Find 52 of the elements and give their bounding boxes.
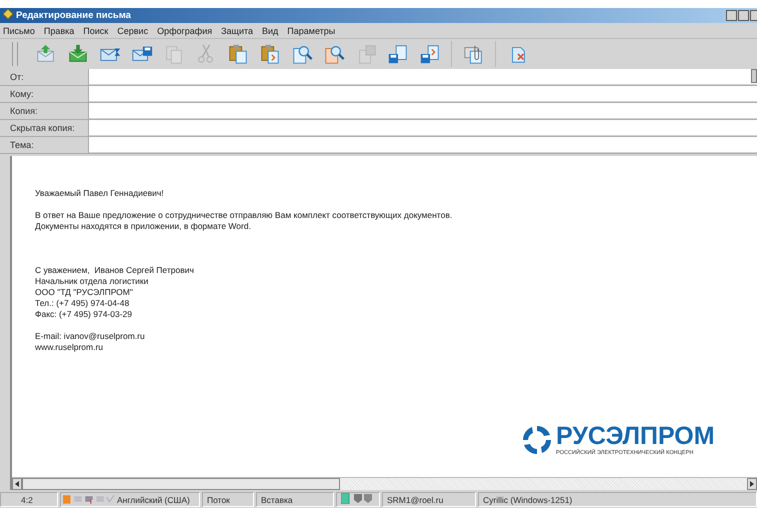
menu-item[interactable]: Письмо: [3, 26, 35, 36]
formatting-icons: [63, 494, 115, 506]
menu-item[interactable]: Параметры: [287, 26, 336, 36]
text-line: www.ruselprom.ru: [35, 342, 104, 353]
text-line: Тел.: (+7 495) 974-04-48: [35, 298, 130, 309]
paperclip-document-icon: [462, 43, 484, 65]
input-field[interactable]: [89, 103, 757, 118]
input-field[interactable]: [89, 137, 757, 152]
text-line: Уважаемый Павел Геннадиевич!: [35, 188, 165, 199]
menu-item[interactable]: Сервис: [117, 26, 148, 36]
account-label: SRM1@roel.ru: [382, 492, 476, 507]
menu-item[interactable]: Вид: [262, 26, 278, 36]
text-line: E-mail: ivanov@ruselprom.ru: [35, 331, 146, 342]
paste-icon: [226, 43, 248, 65]
right-arrow-icon: [750, 481, 754, 487]
scroll-left-button[interactable]: [12, 478, 22, 490]
scroll-thumb[interactable]: [22, 478, 340, 490]
menu-item[interactable]: Правка: [44, 26, 74, 36]
menu-item[interactable]: Защита: [221, 26, 253, 36]
minimize-button[interactable]: [726, 10, 737, 21]
cursor-position: 4:2: [0, 492, 58, 507]
app-icon: [3, 9, 13, 22]
window-title: Редактирование письма: [16, 10, 132, 21]
encoding-label: Cyrillic (Windows-1251): [478, 492, 757, 507]
envelope-down-arrow-icon: [66, 43, 88, 65]
menu-item[interactable]: Орфография: [157, 26, 212, 36]
text-line: ООО "ТД "РУСЭЛПРОМ": [35, 287, 134, 298]
envelope-up-arrow-icon: [34, 43, 56, 65]
text-line: Документы находятся в приложении, в формате Word.: [35, 221, 252, 232]
floppy-document-arrow-icon: [418, 43, 440, 65]
menu-item[interactable]: Поиск: [83, 26, 108, 36]
document-magnifier-icon: [322, 43, 344, 65]
left-arrow-icon: [15, 481, 19, 487]
mode-label: Поток: [202, 492, 254, 507]
insert-mode-label: Вставка: [256, 492, 334, 507]
floppy-document-icon: [386, 43, 408, 65]
text-line: С уважением, Иванов Сергей Петрович: [35, 265, 195, 276]
language-label: Английский (США): [117, 494, 190, 504]
input-field[interactable]: [89, 120, 757, 135]
document-magnifier-icon: [290, 43, 312, 65]
connection-icons: [341, 493, 375, 506]
input-field[interactable]: [89, 69, 757, 84]
text-line: В ответ на Ваше предложение о сотрудничестве отправляю Вам комплект соответствующих документов.: [35, 210, 454, 221]
text-line: Начальник отдела логистики: [35, 276, 150, 287]
scroll-right-button[interactable]: [747, 478, 757, 490]
logo-name: РУСЭЛПРОМ: [556, 424, 715, 448]
paste-arrow-icon: [258, 43, 280, 65]
maximize-button[interactable]: [738, 10, 749, 21]
field-button[interactable]: [751, 69, 757, 83]
horizontal-scrollbar[interactable]: [12, 477, 757, 490]
text-line: Факс: (+7 495) 974-03-29: [35, 309, 133, 320]
input-field[interactable]: [89, 86, 757, 101]
